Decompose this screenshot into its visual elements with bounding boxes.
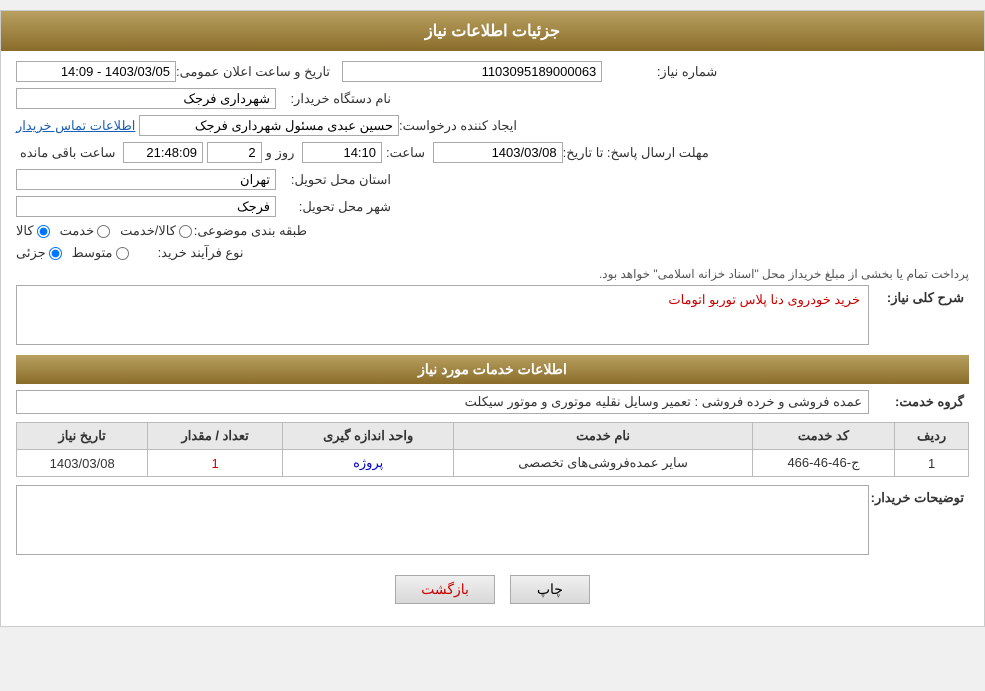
cell-qty: 1 xyxy=(148,450,283,477)
col-qty: تعداد / مقدار xyxy=(148,423,283,450)
service-section-title: اطلاعات خدمات مورد نیاز xyxy=(16,355,969,384)
services-table: ردیف کد خدمت نام خدمت واحد اندازه گیری ت… xyxy=(16,422,969,477)
process-radio-group: متوسط جزئی xyxy=(16,245,129,261)
announce-date-input[interactable] xyxy=(16,61,176,82)
service-group-row: گروه خدمت: عمده فروشی و خرده فروشی : تعم… xyxy=(16,390,969,414)
category-khadamat-option[interactable]: خدمت xyxy=(60,223,111,239)
description-row: شرح کلی نیاز: خرید خودروی دنا پلاس توربو… xyxy=(16,285,969,345)
deadline-remaining-label: ساعت باقی مانده xyxy=(16,145,119,161)
category-khadamat-label: خدمت xyxy=(60,223,95,239)
process-label: نوع فرآیند خرید: xyxy=(129,245,249,261)
category-khadamat-radio[interactable] xyxy=(97,225,110,238)
page-title: جزئیات اطلاعات نیاز xyxy=(425,23,560,40)
deadline-date-input[interactable] xyxy=(433,142,563,163)
col-code: کد خدمت xyxy=(752,423,894,450)
deadline-days-label: روز و xyxy=(262,145,299,161)
deadline-label: مهلت ارسال پاسخ: تا تاریخ: xyxy=(563,145,714,161)
page-header: جزئیات اطلاعات نیاز xyxy=(1,11,984,51)
col-name: نام خدمت xyxy=(454,423,752,450)
announce-date-label: تاریخ و ساعت اعلان عمومی: xyxy=(176,64,335,80)
category-kala-khadamat-radio[interactable] xyxy=(179,225,192,238)
service-group-label: گروه خدمت: xyxy=(869,394,969,410)
process-mottavaset-label: متوسط xyxy=(72,245,113,261)
province-label: استان محل تحویل: xyxy=(276,172,396,188)
col-date: تاریخ نیاز xyxy=(17,423,148,450)
creator-row: ایجاد کننده درخواست: اطلاعات تماس خریدار xyxy=(16,115,969,136)
category-label: طبقه بندی موضوعی: xyxy=(192,223,312,239)
category-radio-group: کالا/خدمت خدمت کالا xyxy=(16,223,192,239)
comments-box[interactable] xyxy=(16,485,869,555)
province-row: استان محل تحویل: xyxy=(16,169,969,190)
creator-input[interactable] xyxy=(139,115,399,136)
city-row: شهر محل تحویل: xyxy=(16,196,969,217)
process-jozi-radio[interactable] xyxy=(49,247,62,260)
cell-unit: پروژه xyxy=(282,450,453,477)
table-header-row: ردیف کد خدمت نام خدمت واحد اندازه گیری ت… xyxy=(17,423,969,450)
province-input[interactable] xyxy=(16,169,276,190)
description-value: خرید خودروی دنا پلاس توربو اتومات xyxy=(668,292,860,307)
table-row: 1 ج-46-46-466 سایر عمده‌فروشی‌های تخصصی … xyxy=(17,450,969,477)
comments-label: توضیحات خریدار: xyxy=(869,485,969,506)
process-jozi-label: جزئی xyxy=(16,245,46,261)
creator-link[interactable]: اطلاعات تماس خریدار xyxy=(16,118,135,134)
description-box: خرید خودروی دنا پلاس توربو اتومات xyxy=(16,285,869,345)
button-row: چاپ بازگشت xyxy=(16,563,969,616)
cell-date: 1403/03/08 xyxy=(17,450,148,477)
table-head: ردیف کد خدمت نام خدمت واحد اندازه گیری ت… xyxy=(17,423,969,450)
process-note: پرداخت تمام یا بخشی از مبلغ خریداز محل "… xyxy=(16,267,969,281)
deadline-time-input[interactable] xyxy=(302,142,382,163)
category-kala-label: کالا xyxy=(16,223,34,239)
content-area: شماره نیاز: تاریخ و ساعت اعلان عمومی: نا… xyxy=(1,51,984,626)
process-row: نوع فرآیند خرید: متوسط جزئی xyxy=(16,245,969,261)
print-button[interactable]: چاپ xyxy=(510,575,590,604)
process-mottavaset-radio[interactable] xyxy=(116,247,129,260)
col-unit: واحد اندازه گیری xyxy=(282,423,453,450)
city-label: شهر محل تحویل: xyxy=(276,199,396,215)
category-kala-radio[interactable] xyxy=(37,225,50,238)
buyer-org-label: نام دستگاه خریدار: xyxy=(276,91,396,107)
process-mottavaset-option[interactable]: متوسط xyxy=(72,245,129,261)
deadline-time-label: ساعت: xyxy=(382,145,429,161)
category-kala-option[interactable]: کالا xyxy=(16,223,50,239)
col-row: ردیف xyxy=(895,423,969,450)
city-input[interactable] xyxy=(16,196,276,217)
need-number-row: شماره نیاز: تاریخ و ساعت اعلان عمومی: xyxy=(16,61,969,82)
category-row: طبقه بندی موضوعی: کالا/خدمت خدمت کالا xyxy=(16,223,969,239)
cell-row: 1 xyxy=(895,450,969,477)
need-number-input[interactable] xyxy=(342,61,602,82)
description-label: شرح کلی نیاز: xyxy=(869,285,969,306)
buyer-org-row: نام دستگاه خریدار: xyxy=(16,88,969,109)
deadline-row: مهلت ارسال پاسخ: تا تاریخ: ساعت: روز و س… xyxy=(16,142,969,163)
category-kala-khadamat-option[interactable]: کالا/خدمت xyxy=(120,223,192,239)
process-jozi-option[interactable]: جزئی xyxy=(16,245,62,261)
deadline-days-input[interactable] xyxy=(207,142,262,163)
buyer-org-input[interactable] xyxy=(16,88,276,109)
need-number-label: شماره نیاز: xyxy=(602,64,722,80)
page-wrapper: جزئیات اطلاعات نیاز شماره نیاز: تاریخ و … xyxy=(0,10,985,627)
comments-row: توضیحات خریدار: xyxy=(16,485,969,555)
back-button[interactable]: بازگشت xyxy=(395,575,495,604)
cell-code: ج-46-46-466 xyxy=(752,450,894,477)
deadline-remaining-input[interactable] xyxy=(123,142,203,163)
table-body: 1 ج-46-46-466 سایر عمده‌فروشی‌های تخصصی … xyxy=(17,450,969,477)
service-group-value: عمده فروشی و خرده فروشی : تعمیر وسایل نق… xyxy=(16,390,869,414)
creator-label: ایجاد کننده درخواست: xyxy=(399,118,522,134)
cell-name: سایر عمده‌فروشی‌های تخصصی xyxy=(454,450,752,477)
category-kala-khadamat-label: کالا/خدمت xyxy=(120,223,176,239)
